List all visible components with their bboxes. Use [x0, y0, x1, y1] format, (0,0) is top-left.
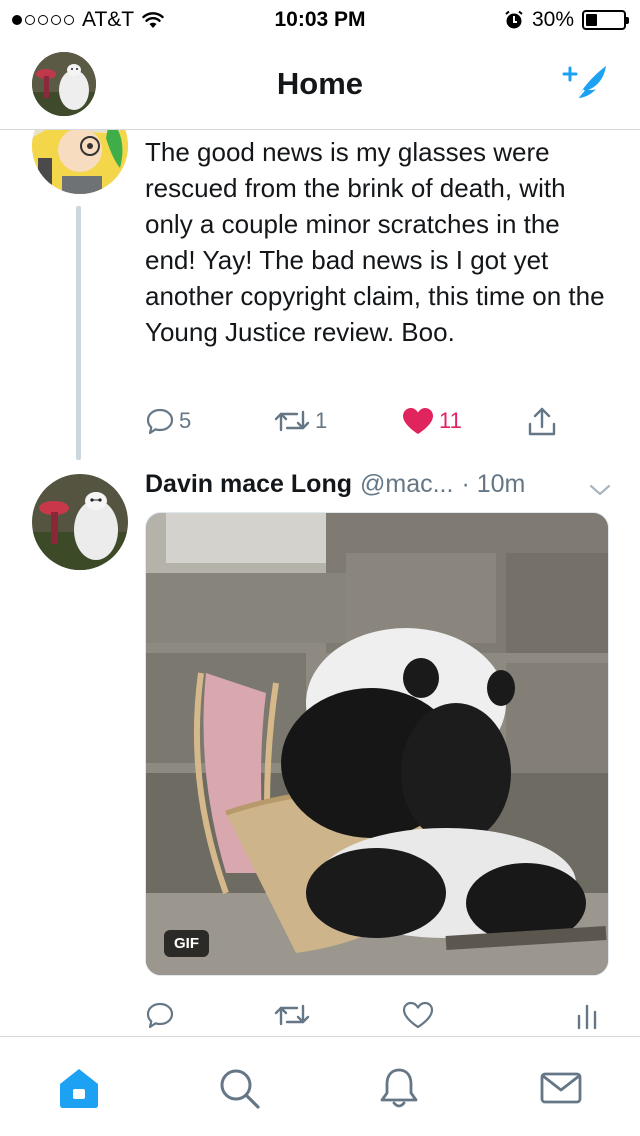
tab-home[interactable]: [56, 1065, 102, 1111]
retweet-icon: [274, 1004, 310, 1026]
tweet-author-row: Davin mace Long @mac... · 10m: [145, 470, 615, 499]
chevron-down-icon[interactable]: [588, 482, 612, 498]
like-button[interactable]: 11: [401, 406, 462, 436]
thread-connector-line: [76, 206, 81, 460]
gif-panda-image: [146, 513, 608, 975]
tab-messages[interactable]: [538, 1065, 584, 1111]
tweet-media-gif[interactable]: GIF: [145, 512, 609, 976]
notifications-icon: [380, 1068, 418, 1108]
tweet-text: The good news is my glasses were rescued…: [145, 137, 605, 347]
nav-header: Home: [0, 40, 640, 130]
page-title: Home: [276, 66, 364, 101]
like-count: 11: [439, 408, 462, 433]
share-icon: [528, 407, 556, 436]
messages-icon: [540, 1072, 582, 1104]
timeline-feed[interactable]: The good news is my glasses were rescued…: [0, 130, 640, 1036]
compose-tweet-icon[interactable]: [560, 60, 610, 110]
reply-button[interactable]: [145, 1000, 175, 1030]
tab-search[interactable]: [216, 1065, 262, 1111]
tweet-author-avatar[interactable]: [32, 474, 128, 570]
reply-icon: [146, 408, 174, 435]
heart-outline-icon: [402, 1001, 434, 1029]
avatar-image: [32, 130, 128, 194]
tweet-author-avatar[interactable]: [32, 130, 128, 194]
battery-percent: 30%: [531, 8, 574, 31]
home-icon: [60, 1069, 98, 1108]
reply-button[interactable]: 5: [145, 406, 191, 436]
avatar-image: [32, 474, 128, 570]
battery-icon: [582, 10, 629, 30]
like-button[interactable]: [401, 1000, 435, 1030]
alarm-icon: [505, 10, 523, 29]
analytics-button[interactable]: [575, 1000, 599, 1030]
retweet-count: 1: [315, 408, 328, 433]
heart-filled-icon: [403, 408, 433, 434]
tweet-actions: [145, 1000, 605, 1036]
retweet-icon: [274, 410, 310, 432]
search-icon: [220, 1069, 260, 1109]
reply-count: 5: [179, 408, 192, 433]
retweet-button[interactable]: [273, 1000, 311, 1030]
retweet-button[interactable]: 1: [273, 406, 327, 436]
share-button[interactable]: [527, 406, 557, 438]
tweet-actions: 5 1 11: [145, 406, 605, 446]
reply-icon: [146, 1002, 174, 1029]
tweet-timestamp: · 10m: [461, 470, 526, 498]
tab-notifications[interactable]: [376, 1065, 422, 1111]
analytics-icon: [577, 1004, 597, 1030]
status-bar: AT&T 10:03 PM 30%: [0, 0, 640, 40]
gif-badge: GIF: [164, 930, 209, 957]
author-handle[interactable]: @mac...: [360, 470, 453, 499]
bottom-tab-bar: [0, 1036, 640, 1136]
status-right: 30%: [504, 8, 629, 32]
author-name[interactable]: Davin mace Long: [145, 470, 352, 499]
